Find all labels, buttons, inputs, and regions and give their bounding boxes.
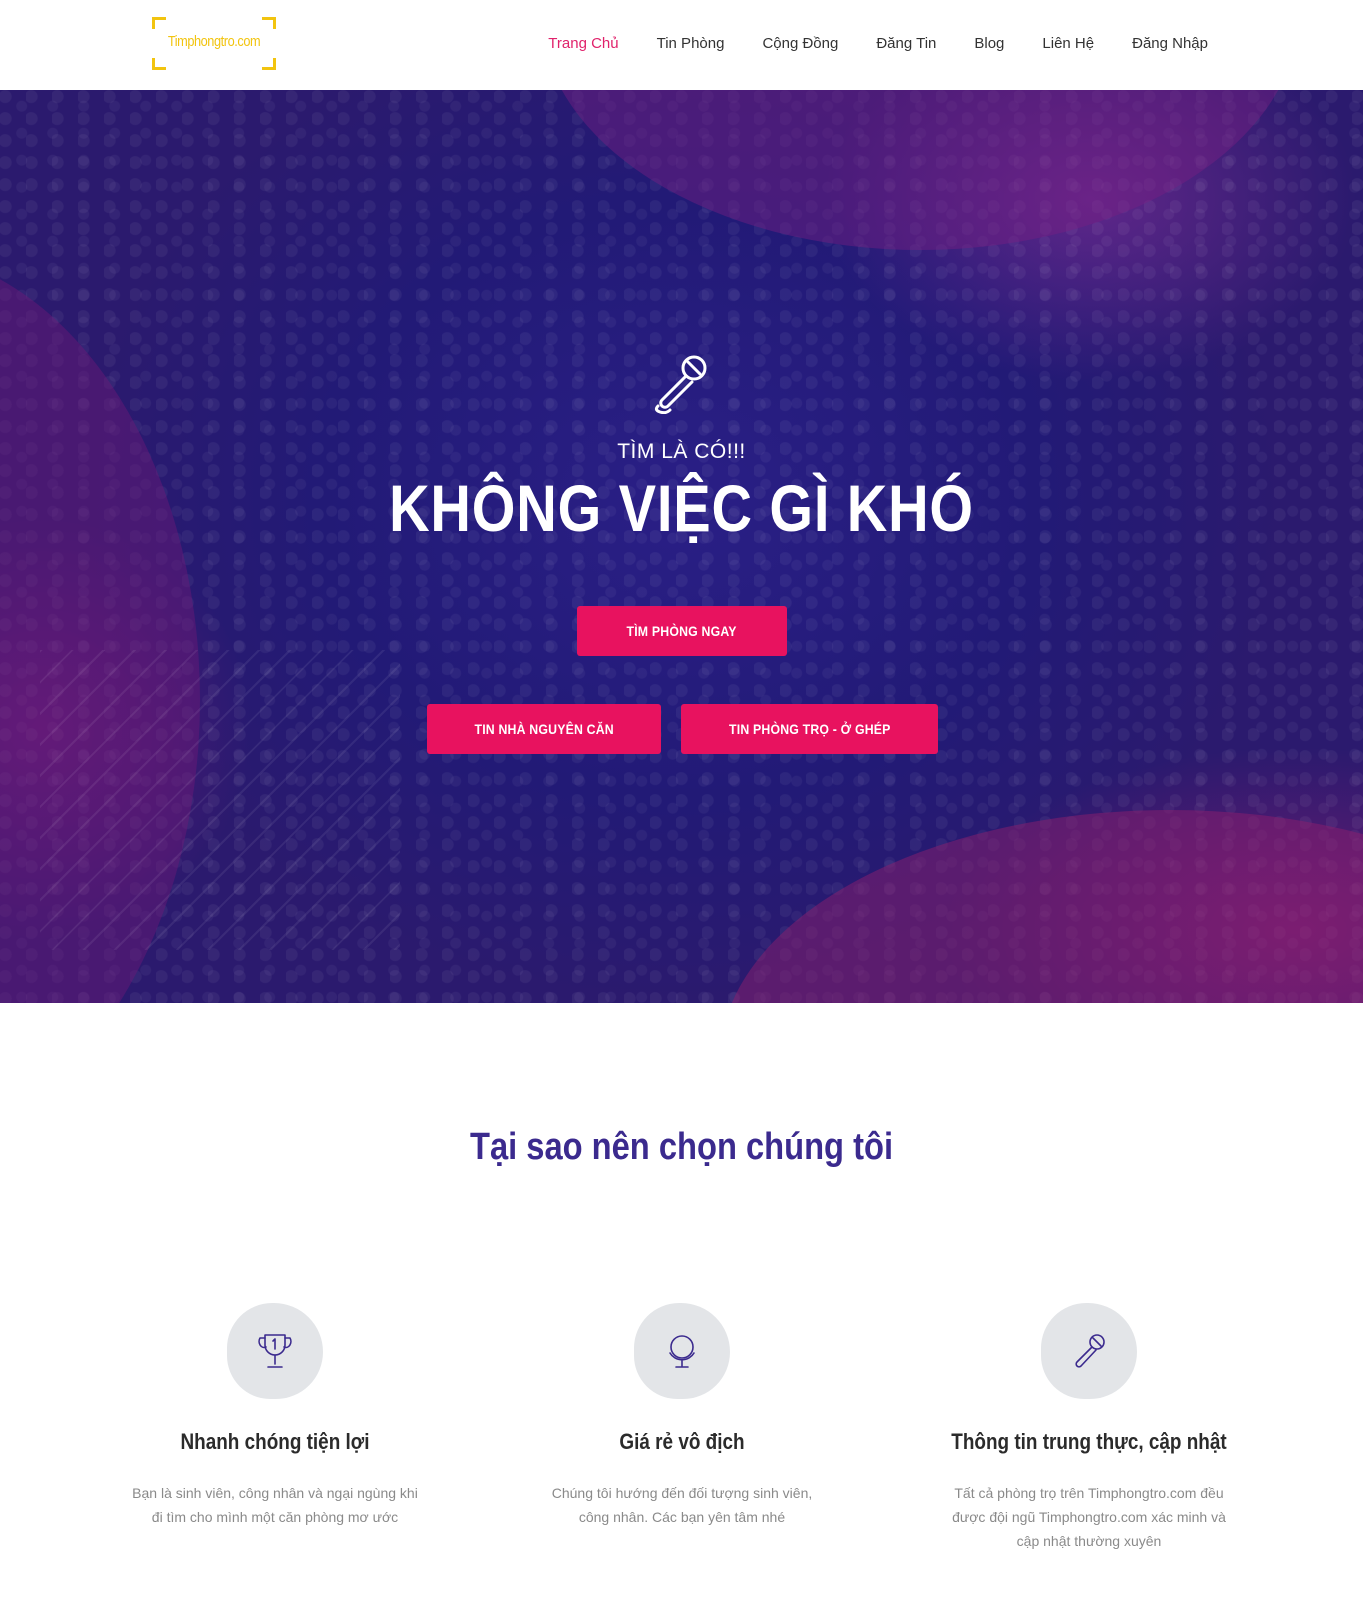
- feature-icon-badge: [227, 1303, 323, 1399]
- microphone-icon: [1075, 1334, 1105, 1368]
- shared-room-listings-label: TIN PHÒNG TRỌ - Ở GHÉP: [728, 721, 891, 737]
- find-room-button-label: TÌM PHÒNG NGAY: [626, 623, 738, 639]
- feature-title: Thông tin trung thực, cập nhật: [951, 1429, 1227, 1454]
- why-choose-us-title: Tại sao nên chọn chúng tôi: [469, 1126, 894, 1168]
- logo-corner: [262, 58, 276, 70]
- hero-decor-stripes: [40, 650, 400, 950]
- find-room-button[interactable]: TÌM PHÒNG NGAY: [577, 606, 787, 656]
- nav-item-post-listing[interactable]: Đăng Tin: [876, 35, 936, 52]
- nav-item-login[interactable]: Đăng Nhập: [1132, 35, 1208, 52]
- feature-title: Giá rẻ vô địch: [619, 1429, 745, 1454]
- whole-house-listings-button[interactable]: TIN NHÀ NGUYÊN CĂN: [427, 704, 661, 754]
- feature-card: Thông tin trung thực, cập nhật Tất cả ph…: [924, 1303, 1254, 1553]
- site-header: Timphongtro.com Trang Chủ Tin Phòng Cộng…: [0, 0, 1363, 90]
- hero-title: KHÔNG VIỆC GÌ KHÓ: [389, 471, 974, 545]
- feature-description: Chúng tôi hướng đến đối tượng sinh viên,…: [551, 1485, 813, 1525]
- site-logo[interactable]: Timphongtro.com: [152, 17, 276, 70]
- nav-item-community[interactable]: Cộng Đồng: [762, 35, 838, 52]
- logo-corner: [262, 17, 276, 29]
- feature-icon-badge: [1041, 1303, 1137, 1399]
- nav-item-home[interactable]: Trang Chủ: [548, 35, 618, 52]
- feature-card: Giá rẻ vô địch Chúng tôi hướng đến đối t…: [517, 1303, 847, 1529]
- hero-banner: TÌM LÀ CÓ!!! KHÔNG VIỆC GÌ KHÓ TÌM PHÒNG…: [0, 90, 1363, 1003]
- whole-house-listings-label: TIN NHÀ NGUYÊN CĂN: [474, 721, 614, 737]
- hero-subtitle: TÌM LÀ CÓ!!!: [617, 440, 746, 463]
- nav-item-contact[interactable]: Liên Hệ: [1042, 35, 1094, 52]
- feature-title: Nhanh chóng tiện lợi: [180, 1429, 370, 1454]
- feature-description: Tất cả phòng trọ trên Timphongtro.com đề…: [952, 1485, 1226, 1549]
- feature-icon-badge: [634, 1303, 730, 1399]
- logo-text: Timphongtro.com: [167, 33, 261, 50]
- shared-room-listings-button[interactable]: TIN PHÒNG TRỌ - Ở GHÉP: [681, 704, 938, 754]
- microphone-icon: [654, 355, 707, 414]
- logo-corner: [152, 58, 166, 70]
- main-nav: Trang Chủ Tin Phòng Cộng Đồng Đăng Tin B…: [510, 35, 1208, 52]
- logo-corner: [152, 17, 166, 29]
- feature-description: Bạn là sinh viên, công nhân và ngại ngùn…: [132, 1485, 418, 1525]
- trophy-icon: [258, 1334, 292, 1368]
- nav-item-rooms[interactable]: Tin Phòng: [657, 35, 725, 52]
- globe-icon: [669, 1335, 695, 1368]
- feature-card: Nhanh chóng tiện lợi Bạn là sinh viên, c…: [110, 1303, 440, 1529]
- nav-item-blog[interactable]: Blog: [974, 35, 1004, 52]
